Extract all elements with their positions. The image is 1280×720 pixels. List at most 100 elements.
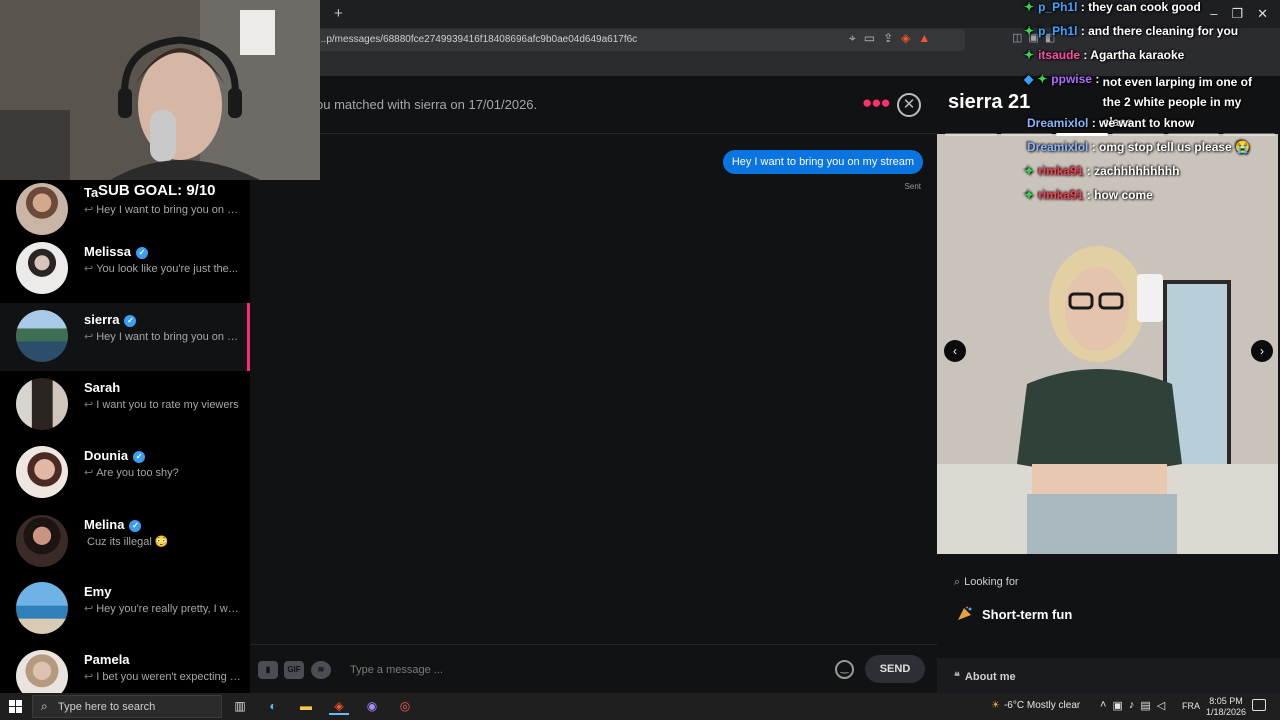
badge-icon: ◆ [1024, 72, 1034, 86]
conversation-item-active[interactable]: sierra✓ ↩Hey I want to bring you on my s… [0, 303, 250, 371]
microphone-icon[interactable]: ♪ [1129, 699, 1135, 712]
avatar [16, 310, 68, 362]
webcam-overlay [0, 0, 320, 180]
stream-chat-line: ✦ rimka91 : zachhhhhhhhh [1024, 164, 1180, 178]
close-chat-icon[interactable]: ✕ [897, 93, 921, 117]
verified-badge-icon: ✓ [129, 520, 142, 532]
avatar [16, 650, 68, 693]
stream-chat-line: ✦ p_Ph1l : they can cook good [1024, 0, 1201, 14]
spotify-icon[interactable]: ≋ [311, 661, 331, 679]
conversation-name: Melissa ✓ [84, 244, 148, 259]
search-icon: ⌕ [41, 699, 48, 713]
brave-rewards-icon[interactable]: ▲ [918, 31, 930, 46]
taskbar-search-placeholder: Type here to search [58, 701, 156, 713]
conversation-name: Sarah [84, 380, 121, 395]
url-text[interactable]: ...p/messages/68880fce2749939416f1840869… [318, 34, 637, 45]
badge-icon: ✦ [1024, 24, 1035, 38]
network-icon[interactable]: ▤ [1140, 699, 1150, 712]
about-me-section: ❝ About me [937, 658, 1280, 693]
notifications-icon[interactable] [1252, 699, 1266, 711]
address-bar-icons: ⌖ ▭ ⇪ ◈ ▲ [849, 31, 930, 46]
conversation-item[interactable]: Sarah ↩ I want you to rate my viewers [0, 371, 250, 439]
badge-icon: ✦ [1037, 72, 1048, 86]
conversation-item[interactable]: Melissa ✓ ↩ You look like you're just the.… [0, 235, 250, 303]
conversation-item[interactable]: Pamela ↩ I bet you weren't expecting me..… [0, 643, 250, 693]
taskbar-search[interactable]: ⌕ Type here to search [32, 695, 222, 718]
badge-icon: ✦ [1024, 164, 1035, 178]
verified-badge-icon: ✓ [133, 451, 146, 463]
location-icon[interactable]: ⌖ [849, 31, 856, 46]
stream-chat-line: Dreamixlol : we want to know [1027, 116, 1195, 130]
conversation-preview: ↩ Are you too shy? [84, 467, 179, 479]
conversation-preview: ↩ I bet you weren't expecting me... [84, 671, 242, 683]
tray-app-icon[interactable]: ▣ [1112, 699, 1122, 712]
gif-button[interactable]: GIF [284, 661, 304, 679]
reply-icon: ↩ [84, 603, 94, 615]
previous-photo-button[interactable]: ‹ [944, 340, 966, 362]
next-photo-button[interactable]: › [1251, 340, 1273, 362]
chevron-up-icon[interactable]: ˄ [1100, 699, 1106, 712]
profile-name: sierra 21 [948, 91, 1031, 113]
avatar [16, 446, 68, 498]
close-window-icon[interactable]: ✕ [1257, 6, 1268, 22]
new-tab-button[interactable]: + [334, 5, 343, 22]
conversation-preview: ↩ Hey you're really pretty, I want... [84, 603, 242, 615]
emoji-icon[interactable]: ‿ [835, 660, 854, 679]
stream-chat-line: ✦ p_Ph1l : and there cleaning for you [1024, 24, 1239, 38]
conversation-item[interactable]: Emy ↩ Hey you're really pretty, I want... [0, 575, 250, 643]
looking-for-value: Short-term fun [957, 606, 1072, 622]
send-button[interactable]: SEND [865, 655, 925, 683]
stream-chat-line: Dreamixlol : omg stop tell us please 😭 [1027, 140, 1251, 154]
message-composer: ▮ GIF ≋ ‿ SEND [250, 644, 937, 693]
photo-indicators [945, 133, 1276, 136]
obs-icon[interactable]: ◎ [395, 697, 415, 715]
brave-browser-icon[interactable]: ◈ [329, 697, 349, 715]
photo-indicator-active[interactable] [1056, 133, 1109, 136]
chat-header: ou matched with sierra on 17/01/2026. ●●… [250, 76, 937, 134]
search-icon: ⌕ [954, 576, 961, 588]
photo-indicator[interactable] [1167, 133, 1220, 136]
badge-icon: ✦ [1024, 48, 1035, 62]
task-view-icon[interactable]: ▥ [230, 697, 250, 715]
system-tray: ˄ ▣ ♪ ▤ ◁ [1100, 699, 1165, 712]
cast-icon[interactable]: ▭ [864, 31, 875, 46]
avatar [16, 378, 68, 430]
brave-shields-icon[interactable]: ◈ [901, 31, 910, 46]
restore-icon[interactable]: ❐ [1231, 6, 1243, 22]
photo-indicator[interactable] [1223, 133, 1276, 136]
badge-icon: ✦ [1024, 188, 1035, 202]
share-icon[interactable]: ⇪ [883, 31, 893, 46]
conversation-preview: ↩ You look like you're just the... [84, 263, 238, 275]
reply-icon: ↩ [84, 263, 94, 275]
volume-icon[interactable]: ◁ [1157, 699, 1165, 712]
about-me-label: ❝ About me [954, 671, 1016, 683]
sticker-icon[interactable]: ▮ [258, 661, 278, 679]
conversation-item[interactable]: Melina ✓ Cuz its illegal 😳 [0, 508, 250, 576]
photo-indicator[interactable] [1000, 133, 1053, 136]
reply-icon: ↩ [84, 671, 94, 683]
file-explorer-icon[interactable]: ▬ [296, 697, 316, 715]
clock[interactable]: 8:05 PM 1/18/2026 [1206, 696, 1246, 718]
looking-for-label: ⌕ Looking for [954, 576, 1019, 588]
conversation-item[interactable]: Dounia ✓ ↩ Are you too shy? [0, 439, 250, 507]
windows-start-icon[interactable] [9, 700, 22, 713]
conversation-preview: ↩Hey I want to bring you on my stream [84, 331, 242, 343]
weather-widget[interactable]: ☀ -6°C Mostly clear [991, 700, 1080, 711]
conversation-preview: ↩ I want you to rate my viewers [84, 399, 239, 411]
language-indicator[interactable]: FRA [1182, 701, 1200, 711]
app-icon[interactable]: ◉ [362, 697, 382, 715]
avatar [16, 183, 68, 235]
message-status: Sent [904, 182, 921, 191]
minimize-icon[interactable]: – [1210, 6, 1217, 22]
taskbar: ⌕ Type here to search ▥ ◐ ▬ ◈ ◉ ◎ ☀ -6°C … [0, 693, 1280, 720]
more-options-icon[interactable]: ●●● [862, 93, 891, 113]
message-input[interactable] [350, 659, 820, 681]
webcam-image [0, 0, 320, 180]
copilot-icon[interactable]: ◐ [263, 697, 283, 715]
conversation-name: sierra ✓ [84, 312, 137, 327]
verified-badge-icon: ✓ [135, 247, 148, 259]
photo-indicator[interactable] [1112, 133, 1164, 136]
extension-icon[interactable]: ◫ [1012, 31, 1022, 44]
conversation-preview: ↩Hey I want to bring you on my stream [84, 204, 242, 216]
photo-indicator[interactable] [945, 133, 997, 136]
